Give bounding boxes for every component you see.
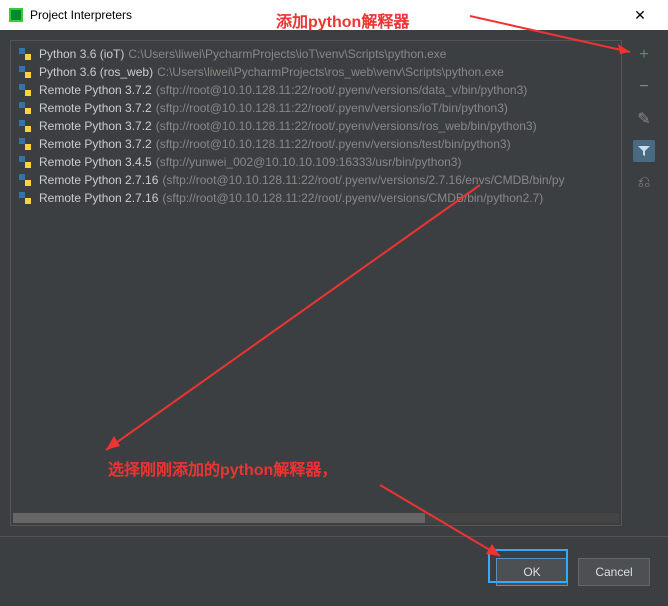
app-icon bbox=[8, 7, 24, 23]
remove-interpreter-button[interactable]: − bbox=[633, 76, 655, 98]
python-icon bbox=[17, 118, 33, 134]
add-interpreter-button[interactable]: + bbox=[633, 44, 655, 66]
interpreter-path: (sftp://yunwei_002@10.10.10.109:16333/us… bbox=[156, 155, 462, 169]
scrollbar-thumb[interactable] bbox=[13, 513, 425, 523]
interpreter-name: Remote Python 3.7.2 bbox=[39, 83, 152, 97]
toolbar: + − ✎ ⎌ bbox=[630, 40, 658, 526]
interpreter-name: Remote Python 3.4.5 bbox=[39, 155, 152, 169]
interpreter-path: (sftp://root@10.10.128.11:22/root/.pyenv… bbox=[156, 119, 537, 133]
interpreter-name: Remote Python 2.7.16 bbox=[39, 173, 158, 187]
interpreter-name: Python 3.6 (ros_web) bbox=[39, 65, 153, 79]
interpreter-path: C:\Users\liwei\PycharmProjects\ros_web\v… bbox=[157, 65, 504, 79]
list-item[interactable]: Remote Python 3.4.5 (sftp://yunwei_002@10… bbox=[11, 153, 622, 171]
list-item[interactable]: Remote Python 3.7.2 (sftp://root@10.10.12… bbox=[11, 117, 622, 135]
interpreter-name: Remote Python 3.7.2 bbox=[39, 119, 152, 133]
interpreter-path: (sftp://root@10.10.128.11:22/root/.pyenv… bbox=[156, 137, 511, 151]
cancel-button[interactable]: Cancel bbox=[578, 558, 650, 586]
python-icon bbox=[17, 136, 33, 152]
interpreter-name: Python 3.6 (ioT) bbox=[39, 47, 124, 61]
close-button[interactable]: ✕ bbox=[620, 0, 660, 30]
list-item[interactable]: Remote Python 3.7.2 (sftp://root@10.10.12… bbox=[11, 81, 622, 99]
ok-button[interactable]: OK bbox=[496, 558, 568, 586]
python-icon bbox=[17, 100, 33, 116]
dialog-footer: OK Cancel bbox=[0, 536, 668, 606]
list-item[interactable]: Remote Python 2.7.16 (sftp://root@10.10.1… bbox=[11, 171, 622, 189]
python-icon bbox=[17, 64, 33, 80]
list-item[interactable]: Remote Python 3.7.2 (sftp://root@10.10.12… bbox=[11, 135, 622, 153]
interpreter-list[interactable]: Python 3.6 (ioT) C:\Users\liwei\PycharmPr… bbox=[10, 40, 622, 526]
dialog-body: Python 3.6 (ioT) C:\Users\liwei\PycharmPr… bbox=[0, 30, 668, 536]
python-icon bbox=[17, 190, 33, 206]
edit-interpreter-button[interactable]: ✎ bbox=[633, 108, 655, 130]
list-item[interactable]: Python 3.6 (ioT) C:\Users\liwei\PycharmPr… bbox=[11, 45, 622, 63]
interpreter-path: (sftp://root@10.10.128.11:22/root/.pyenv… bbox=[156, 101, 508, 115]
interpreter-name: Remote Python 3.7.2 bbox=[39, 137, 152, 151]
titlebar: Project Interpreters ✕ bbox=[0, 0, 668, 30]
python-icon bbox=[17, 82, 33, 98]
interpreter-path: C:\Users\liwei\PycharmProjects\ioT\venv\… bbox=[128, 47, 446, 61]
interpreter-path: (sftp://root@10.10.128.11:22/root/.pyenv… bbox=[156, 83, 528, 97]
window-title: Project Interpreters bbox=[30, 8, 620, 22]
python-icon bbox=[17, 172, 33, 188]
interpreter-name: Remote Python 3.7.2 bbox=[39, 101, 152, 115]
filter-button[interactable] bbox=[633, 140, 655, 162]
list-item[interactable]: Python 3.6 (ros_web) C:\Users\liwei\Pycha… bbox=[11, 63, 622, 81]
python-icon bbox=[17, 46, 33, 62]
python-icon bbox=[17, 154, 33, 170]
horizontal-scrollbar[interactable] bbox=[13, 513, 619, 523]
show-paths-button[interactable]: ⎌ bbox=[633, 172, 655, 194]
interpreter-path: (sftp://root@10.10.128.11:22/root/.pyenv… bbox=[162, 191, 543, 205]
interpreter-path: (sftp://root@10.10.128.11:22/root/.pyenv… bbox=[162, 173, 564, 187]
list-item[interactable]: Remote Python 3.7.2 (sftp://root@10.10.12… bbox=[11, 99, 622, 117]
list-item[interactable]: Remote Python 2.7.16 (sftp://root@10.10.1… bbox=[11, 189, 622, 207]
interpreter-name: Remote Python 2.7.16 bbox=[39, 191, 158, 205]
